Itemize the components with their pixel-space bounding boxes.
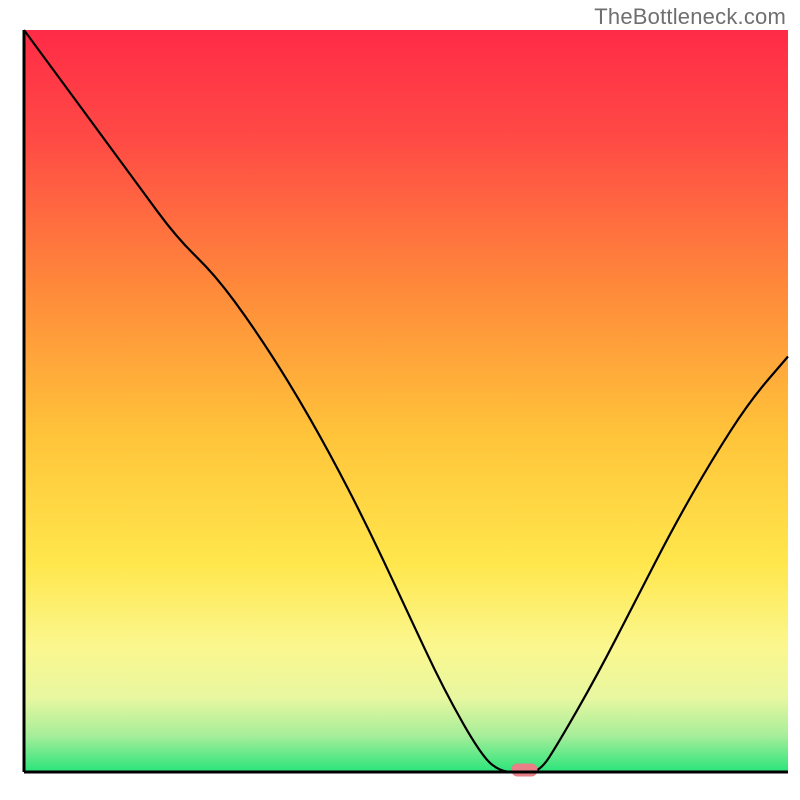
chart-container: TheBottleneck.com: [0, 0, 800, 800]
plot-area: [24, 30, 788, 777]
min-marker: [511, 764, 537, 777]
gradient-background: [24, 30, 788, 772]
bottleneck-chart: [0, 0, 800, 800]
